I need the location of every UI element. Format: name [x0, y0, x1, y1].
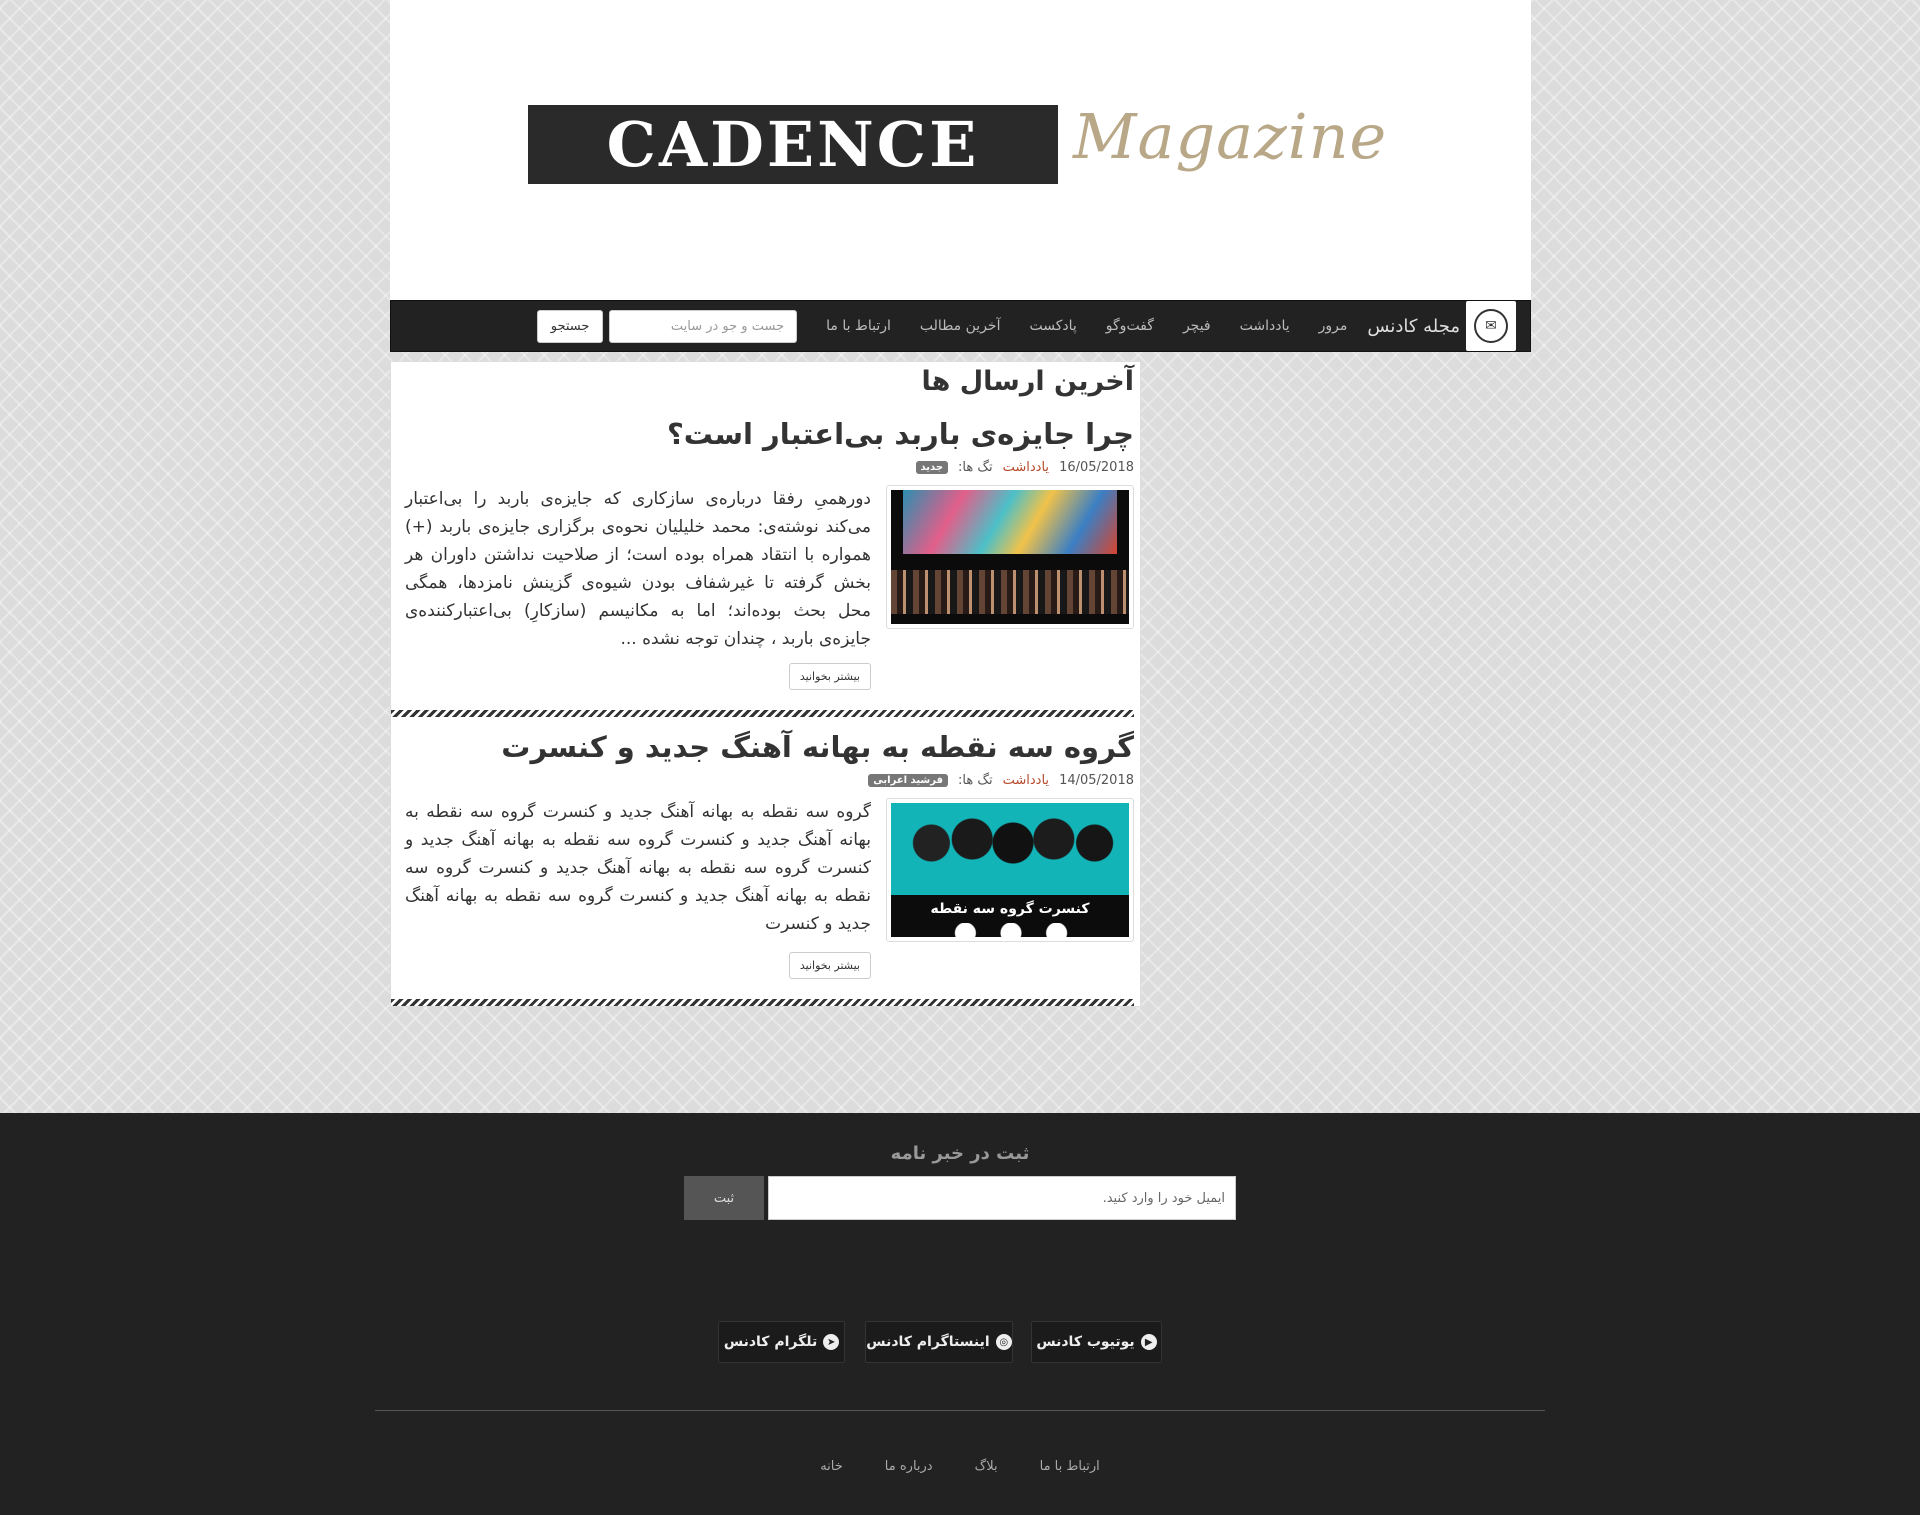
- post-title[interactable]: گروه سه نقطه به بهانه آهنگ جدید و کنسرت: [391, 727, 1134, 767]
- telegram-link[interactable]: ➤ تلگرام کادنس: [718, 1321, 845, 1363]
- tag-badge[interactable]: جدید: [915, 461, 949, 474]
- concert-stage-image: [891, 490, 1129, 624]
- nav-item-interviews[interactable]: گفت‌وگو: [1106, 318, 1154, 334]
- post-body: کنسرت گروه سه نقطه گروه سه نقطه به بهانه…: [391, 798, 1134, 942]
- site-footer: ثبت در خبر نامه ایمیل خود را وارد کنید. …: [0, 1113, 1920, 1515]
- youtube-icon: ▶: [1140, 1334, 1157, 1350]
- nav-item-features[interactable]: فیچر: [1183, 318, 1211, 334]
- post-title[interactable]: چرا جایزه‌ی باربد بی‌اعتبار است؟: [391, 414, 1134, 454]
- search-button[interactable]: جستجو: [537, 309, 604, 343]
- three-dots-logo: [951, 923, 1071, 937]
- page-container: CADENCE Magazine ✉ مجله کادنس مرور یاددا…: [390, 0, 1531, 352]
- post-date: 16/05/2018: [1059, 460, 1134, 475]
- footer-links: ارتباط با ما بلاگ درباره ما خانه: [0, 1459, 1920, 1474]
- main-navbar: ✉ مجله کادنس مرور یادداشت فیچر گفت‌وگو پ…: [390, 300, 1531, 352]
- nav-item-notes[interactable]: یادداشت: [1240, 318, 1290, 334]
- post-date: 14/05/2018: [1059, 773, 1134, 788]
- instagram-link[interactable]: ◎ اینستاگرام کادنس: [865, 1321, 1013, 1363]
- band-members: [911, 811, 1115, 891]
- telegram-label: تلگرام کادنس: [723, 1334, 818, 1350]
- main-content: آخرین ارسال ها چرا جایزه‌ی باربد بی‌اعتب…: [390, 361, 1141, 1007]
- newsletter-email-input[interactable]: ایمیل خود را وارد کنید.: [768, 1176, 1236, 1220]
- tags-label: تگ ها:: [958, 460, 993, 475]
- newsletter-submit-button[interactable]: ثبت: [684, 1176, 764, 1220]
- post-thumbnail[interactable]: کنسرت گروه سه نقطه: [886, 798, 1134, 942]
- youtube-link[interactable]: ▶ یوتیوب کادنس: [1031, 1321, 1162, 1363]
- stage-performers: [891, 570, 1129, 614]
- post-excerpt: دورهمیِ رفقا درباره‌ی سازکاری که جایزه‌ی…: [405, 489, 871, 649]
- tag-badge[interactable]: فرشید اعرابی: [868, 774, 949, 787]
- post-category[interactable]: یادداشت: [1003, 460, 1049, 475]
- read-more-button[interactable]: بیشتر بخوانید: [788, 952, 871, 979]
- footer-link-contact[interactable]: ارتباط با ما: [1040, 1459, 1100, 1474]
- newsletter-title: ثبت در خبر نامه: [890, 1143, 1030, 1164]
- footer-link-home[interactable]: خانه: [820, 1459, 843, 1474]
- nav-item-browse[interactable]: مرور: [1319, 318, 1348, 334]
- site-logo[interactable]: CADENCE Magazine: [528, 100, 1386, 195]
- stage-screen: [903, 490, 1117, 554]
- search-input[interactable]: جست و جو در سایت: [609, 309, 798, 343]
- instagram-label: اینستاگرام کادنس: [866, 1334, 990, 1350]
- post-excerpt: گروه سه نقطه به بهانه آهنگ جدید و کنسرت …: [405, 802, 871, 934]
- nav-item-contact[interactable]: ارتباط با ما: [826, 318, 891, 334]
- post-category[interactable]: یادداشت: [1003, 773, 1049, 788]
- post-divider: [391, 999, 1134, 1006]
- read-more-button[interactable]: بیشتر بخوانید: [788, 663, 871, 690]
- footer-link-blog[interactable]: بلاگ: [975, 1459, 998, 1474]
- tags-label: تگ ها:: [958, 773, 993, 788]
- instagram-icon: ◎: [995, 1334, 1012, 1350]
- band-photo-image: کنسرت گروه سه نقطه: [891, 803, 1129, 937]
- brand-link[interactable]: مجله کادنس: [1367, 316, 1460, 337]
- logo-word: CADENCE: [606, 108, 980, 181]
- section-title: آخرین ارسال ها: [921, 366, 1134, 397]
- post-divider: [391, 710, 1134, 717]
- post-card: چرا جایزه‌ی باربد بی‌اعتبار است؟ 16/05/2…: [391, 404, 1140, 717]
- post-meta: 14/05/2018 یادداشت تگ ها: فرشید اعرابی: [391, 773, 1134, 788]
- site-header: CADENCE Magazine: [390, 0, 1531, 300]
- cadence-emblem-icon: ✉: [1474, 309, 1508, 343]
- nav-search: جست و جو در سایت جستجو: [537, 309, 798, 343]
- post-body: دورهمیِ رفقا درباره‌ی سازکاری که جایزه‌ی…: [391, 485, 1134, 653]
- footer-link-about[interactable]: درباره ما: [885, 1459, 933, 1474]
- post-card: گروه سه نقطه به بهانه آهنگ جدید و کنسرت …: [391, 717, 1140, 1006]
- logo-subtitle: Magazine: [1073, 100, 1388, 173]
- nav-item-latest[interactable]: آخرین مطالب: [920, 318, 1001, 334]
- nav-item-podcast[interactable]: پادکست: [1029, 318, 1076, 334]
- image-caption: کنسرت گروه سه نقطه: [930, 901, 1090, 917]
- logo-block: CADENCE: [528, 105, 1058, 184]
- brand-logo[interactable]: ✉: [1466, 301, 1516, 351]
- youtube-label: یوتیوب کادنس: [1036, 1334, 1135, 1350]
- footer-divider: [375, 1410, 1545, 1411]
- post-thumbnail[interactable]: [886, 485, 1134, 629]
- telegram-icon: ➤: [823, 1334, 840, 1350]
- post-meta: 16/05/2018 یادداشت تگ ها: جدید: [391, 460, 1134, 475]
